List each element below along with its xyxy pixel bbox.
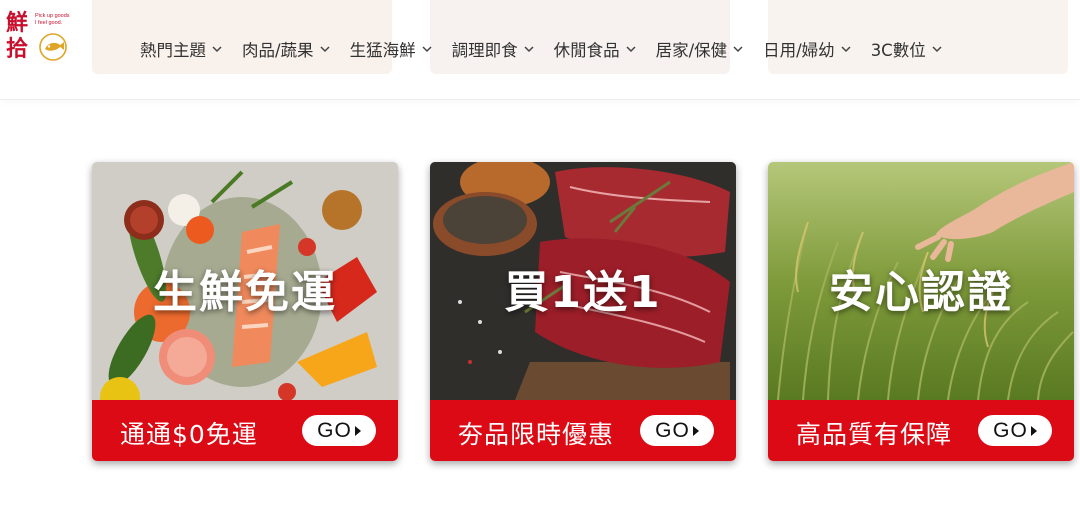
chevron-down-icon	[524, 46, 534, 53]
promo-card-buy-one-get-one[interactable]: 買1送1 夯品限時優惠 GO	[430, 162, 736, 461]
promo-subtitle: 通通$0免運	[120, 420, 258, 449]
nav-item-label: 生猛海鮮	[349, 41, 416, 60]
chevron-down-icon	[841, 46, 851, 53]
nav-item-label: 居家/保健	[655, 41, 728, 60]
play-arrow-icon	[692, 425, 699, 436]
nav-item-label: 熱門主題	[140, 41, 206, 60]
nav-item-seafood[interactable]: 生猛海鮮	[350, 37, 433, 61]
promo-title: 生鮮免運	[153, 267, 337, 318]
chevron-down-icon	[932, 46, 942, 53]
promo-subtitle: 高品質有保障	[796, 420, 953, 449]
logo-tagline: Pick up goods I feel good.	[35, 13, 70, 26]
go-button-label: GO	[993, 418, 1028, 442]
play-arrow-icon	[1030, 425, 1037, 436]
nav-item-3c-digital[interactable]: 3C數位	[871, 37, 943, 61]
nav-item-label: 3C數位	[870, 41, 926, 60]
nav-item-label: 調理即食	[451, 41, 518, 60]
play-arrow-icon	[354, 425, 361, 436]
fish-emblem-icon	[39, 33, 67, 61]
nav-item-label: 肉品/蔬果	[242, 41, 314, 60]
go-button[interactable]: GO	[302, 415, 376, 446]
promo-card-certified[interactable]: 安心認證 高品質有保障 GO	[768, 162, 1074, 461]
promo-footer-bar: 高品質有保障 GO	[768, 400, 1074, 461]
chevron-down-icon	[626, 46, 636, 53]
nav-item-label: 休閒食品	[553, 41, 620, 60]
chevron-down-icon	[422, 46, 432, 53]
chevron-down-icon	[733, 46, 743, 53]
promo-card-free-shipping[interactable]: 生鮮免運 通通$0免運 GO	[92, 162, 398, 461]
site-header: 鮮 拾 Pick up goods I feel good. 熱門主題 肉品/蔬…	[0, 0, 1080, 100]
nav-item-meat-produce[interactable]: 肉品/蔬果	[242, 37, 331, 61]
go-button-label: GO	[655, 418, 690, 442]
promo-footer-bar: 通通$0免運 GO	[92, 400, 398, 461]
logo-wordmark: 鮮 拾	[6, 10, 29, 62]
promo-footer-bar: 夯品限時優惠 GO	[430, 400, 736, 461]
go-button[interactable]: GO	[640, 415, 714, 446]
promo-title: 買1送1	[504, 267, 662, 318]
site-logo[interactable]: 鮮 拾 Pick up goods I feel good.	[6, 10, 72, 68]
go-button[interactable]: GO	[978, 415, 1052, 446]
promo-title: 安心認證	[829, 267, 1013, 318]
nav-item-ready-meals[interactable]: 調理即食	[452, 37, 535, 61]
nav-item-snacks[interactable]: 休閒食品	[554, 37, 637, 61]
nav-item-hot-topics[interactable]: 熱門主題	[140, 37, 223, 61]
main-nav: 熱門主題 肉品/蔬果 生猛海鮮 調理即食 休閒食品 居家/保健 日用/婦幼 3C…	[140, 36, 962, 62]
nav-item-daily-baby[interactable]: 日用/婦幼	[763, 37, 852, 61]
nav-item-home-health[interactable]: 居家/保健	[656, 37, 745, 61]
chevron-down-icon	[212, 46, 222, 53]
chevron-down-icon	[320, 46, 330, 53]
go-button-label: GO	[317, 418, 352, 442]
nav-item-label: 日用/婦幼	[763, 41, 835, 60]
promo-subtitle: 夯品限時優惠	[458, 420, 615, 449]
